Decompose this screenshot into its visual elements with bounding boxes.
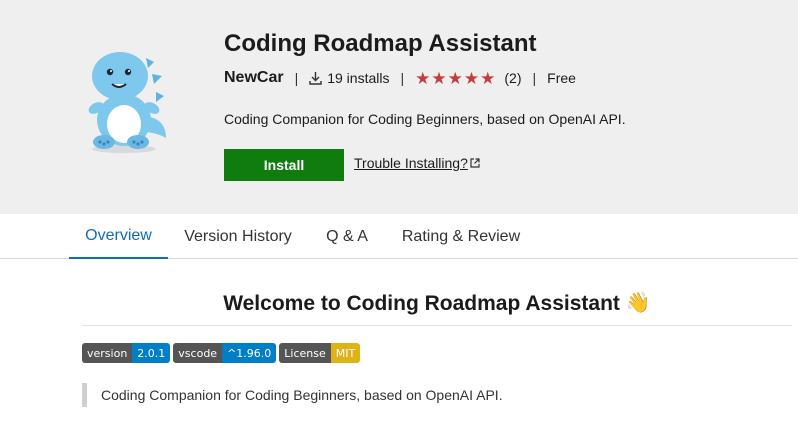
download-icon bbox=[309, 72, 322, 85]
trouble-installing-link[interactable]: Trouble Installing? bbox=[354, 155, 480, 171]
install-button[interactable]: Install bbox=[224, 149, 344, 181]
star-icon: ★ bbox=[415, 68, 431, 88]
version-badge[interactable]: version 2.0.1 bbox=[82, 343, 171, 363]
trouble-installing-label: Trouble Installing? bbox=[354, 155, 468, 171]
welcome-heading-text: Welcome to Coding Roadmap Assistant bbox=[223, 292, 620, 315]
badge-label: License bbox=[279, 343, 331, 363]
badge-row: version 2.0.1 vscode ^1.96.0 License MIT bbox=[82, 343, 363, 363]
star-icon: ★ bbox=[431, 68, 447, 88]
readme-heading: Welcome to Coding Roadmap Assistant 👋 bbox=[82, 280, 792, 326]
badge-value: 2.0.1 bbox=[132, 343, 171, 363]
rating-count[interactable]: (2) bbox=[504, 70, 521, 86]
extension-description: Coding Companion for Coding Beginners, b… bbox=[224, 111, 626, 127]
extension-header: Coding Roadmap Assistant NewCar | 19 ins… bbox=[0, 0, 798, 214]
badge-value: ^1.96.0 bbox=[222, 343, 277, 363]
badge-label: version bbox=[82, 343, 133, 363]
external-link-icon bbox=[470, 158, 480, 168]
extension-title: Coding Roadmap Assistant bbox=[224, 30, 537, 57]
tab-rating-review[interactable]: Rating & Review bbox=[392, 214, 530, 259]
dinosaur-logo-icon bbox=[88, 52, 166, 153]
badge-label: vscode bbox=[173, 343, 223, 363]
separator: | bbox=[532, 70, 537, 86]
tab-bar: Overview Version History Q & A Rating & … bbox=[0, 214, 798, 259]
install-count: 19 installs bbox=[327, 70, 390, 86]
star-icon: ★ bbox=[447, 68, 463, 88]
publisher-name[interactable]: NewCar bbox=[224, 69, 284, 87]
tab-version-history[interactable]: Version History bbox=[174, 214, 302, 259]
extension-meta: NewCar | 19 installs | ★ ★ ★ ★ ★ (2) | F… bbox=[224, 68, 576, 88]
separator: | bbox=[400, 70, 405, 86]
badge-value: MIT bbox=[330, 343, 361, 363]
price-label: Free bbox=[547, 70, 576, 86]
separator: | bbox=[294, 70, 299, 86]
description-blockquote: Coding Companion for Coding Beginners, b… bbox=[82, 383, 782, 407]
star-icon: ★ bbox=[463, 68, 480, 88]
rating-stars[interactable]: ★ ★ ★ ★ ★ bbox=[415, 70, 496, 87]
tab-q-and-a[interactable]: Q & A bbox=[314, 214, 380, 259]
tab-overview[interactable]: Overview bbox=[69, 214, 168, 259]
vscode-badge[interactable]: vscode ^1.96.0 bbox=[173, 343, 277, 363]
license-badge[interactable]: License MIT bbox=[279, 343, 361, 363]
star-icon: ★ bbox=[480, 68, 496, 88]
waving-hand-icon: 👋 bbox=[625, 292, 651, 314]
